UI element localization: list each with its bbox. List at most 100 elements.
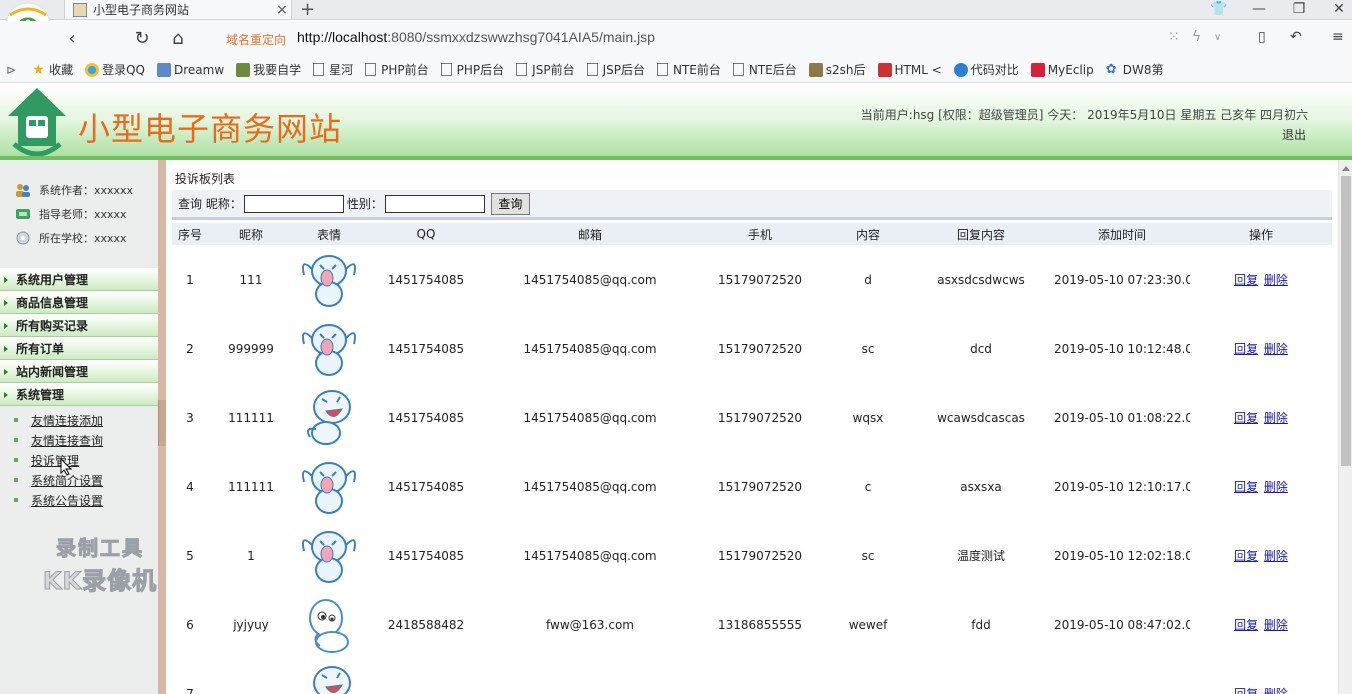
scroll-up-icon[interactable] [1342, 166, 1350, 171]
close-window-icon[interactable]: ✕ [1320, 0, 1352, 20]
system-author-label: 系统作者：xxxxxx [39, 184, 134, 197]
blue-cartoon-icon [302, 254, 356, 307]
system-notice-link[interactable]: 系统公告设置 [31, 492, 103, 509]
sidebar-toggle-icon[interactable]: ⊳ [6, 63, 16, 77]
chevron-down-icon[interactable]: ∨ [1214, 32, 1221, 43]
bullet-icon [14, 478, 18, 482]
browser-tab[interactable]: 小型电子商务网站 × [64, 0, 292, 20]
table-row: 3 111111 1451754085 1451754085@qq.com 151790… [172, 383, 1332, 452]
column-header: 邮箱 [488, 223, 692, 245]
menu-icon[interactable]: ≡ [1332, 29, 1344, 45]
reply-link[interactable]: 回复 [1234, 480, 1258, 494]
bookmark-item[interactable]: PHP后台 [440, 61, 504, 78]
new-tab-icon[interactable]: + [300, 0, 315, 20]
reply-link[interactable]: 回复 [1234, 618, 1258, 632]
gender-input[interactable] [384, 194, 485, 213]
logout-link[interactable]: 退出 [1282, 126, 1306, 143]
search-button[interactable]: 查询 [490, 192, 530, 215]
emoji-cell [294, 314, 364, 383]
delete-link[interactable]: 删除 [1264, 618, 1288, 632]
address-bar[interactable]: http://localhost:8080/ssmxxdzswwzhsg7041… [297, 29, 655, 45]
email-cell: fww@163.com [546, 617, 634, 632]
bookmark-item[interactable]: 代码对比 [953, 61, 1019, 78]
delete-link[interactable]: 删除 [1264, 687, 1288, 694]
bookmark-item[interactable]: JSP前台 [516, 61, 575, 78]
minimize-icon[interactable]: — [1240, 0, 1278, 20]
content-cell: wewef [848, 617, 888, 632]
qq-cell: 1451754085 [387, 341, 465, 356]
reply-link[interactable]: 回复 [1234, 411, 1258, 425]
sidebar-item-complaint-management: 投诉管理 [0, 450, 158, 470]
delete-link[interactable]: 删除 [1264, 342, 1288, 356]
bookmark-item[interactable]: Dreamw [156, 62, 224, 77]
sidebar-group-system-management[interactable]: 系统管理 [0, 383, 158, 406]
sidebar-group-user-management[interactable]: 系统用户管理 [0, 268, 158, 291]
bolt-icon[interactable]: ϟ [1192, 29, 1201, 45]
email-cell: 1451754085@qq.com [523, 410, 657, 425]
redirect-label[interactable]: 域名重定向 [226, 31, 286, 48]
bookmark-item[interactable]: ✿ DW8第 [1106, 61, 1164, 78]
delete-link[interactable]: 删除 [1264, 480, 1288, 494]
mouse-cursor-icon [60, 458, 72, 476]
emoji-cell [294, 383, 364, 452]
bookmark-item[interactable]: JSP后台 [586, 61, 645, 78]
splitter-grip[interactable] [158, 400, 166, 446]
undo-icon[interactable]: ↶ [1290, 29, 1302, 45]
page-favicon-icon [73, 2, 87, 17]
sidebar-splitter[interactable] [158, 160, 166, 694]
sidebar-group-product-management[interactable]: 商品信息管理 [0, 291, 158, 314]
reply-link[interactable]: 回复 [1234, 687, 1258, 694]
close-tab-icon[interactable]: × [273, 2, 291, 18]
reply-link[interactable]: 回复 [1234, 549, 1258, 563]
shirt-skin-icon[interactable]: 👕 [1200, 0, 1238, 20]
delete-link[interactable]: 删除 [1264, 411, 1288, 425]
nickname-label: 查询 昵称： [178, 197, 242, 211]
phone-cell: 15179072520 [718, 479, 802, 494]
sidebar-group-news-management[interactable]: 站内新闻管理 [0, 360, 158, 383]
vertical-scrollbar[interactable] [1338, 160, 1352, 694]
bookmark-item[interactable]: PHP前台 [365, 61, 429, 78]
bookmark-item[interactable]: 星河 [313, 61, 353, 78]
bookmark-item[interactable]: s2sh后 [808, 61, 866, 78]
actions-cell: 回复 删除 [1190, 659, 1332, 694]
html-icon [877, 62, 892, 77]
friend-link-query-link[interactable]: 友情连接查询 [31, 432, 103, 449]
nickname-input[interactable] [243, 194, 344, 213]
scrollbar-thumb[interactable] [1341, 176, 1351, 466]
bookmark-item[interactable]: HTML < [877, 62, 942, 77]
delete-link[interactable]: 删除 [1264, 273, 1288, 287]
bookmark-item[interactable]: NTE前台 [656, 61, 721, 78]
home-icon[interactable]: ⌂ [164, 27, 192, 51]
bookmark-item[interactable]: MyEclip [1030, 62, 1094, 77]
image-icon [808, 62, 823, 77]
back-icon[interactable]: ‹ [58, 27, 86, 51]
bookmark-item[interactable]: 我要自学 [236, 61, 301, 78]
advisor-label: 指导老师：xxxxx [39, 208, 127, 221]
row-number: 6 [186, 617, 194, 632]
qq-cell: 1451754085 [387, 548, 465, 563]
refresh-icon[interactable]: ↻ [128, 27, 156, 51]
document-icon [365, 63, 377, 76]
friend-link-add-link[interactable]: 友情连接添加 [31, 412, 103, 429]
qq-cell: 2418588482 [387, 617, 465, 632]
restore-icon[interactable]: ❐ [1280, 0, 1318, 20]
bookmark-item[interactable]: NTE后台 [732, 61, 797, 78]
column-header: QQ [364, 223, 488, 245]
grid-icon[interactable]: ⁙ [1168, 29, 1180, 45]
phone-cell [692, 659, 828, 694]
time-cell: 2019-05-10 10:12:48.0 [1054, 341, 1190, 356]
reply-link[interactable]: 回复 [1234, 273, 1258, 287]
watermark-line2: KK录像机 [42, 567, 158, 596]
myeclipse-icon [1030, 62, 1045, 77]
bookmark-icon[interactable]: ▯ [1258, 29, 1266, 45]
bookmark-item[interactable]: 登录QQ [85, 61, 145, 78]
table-row: 2 999999 1451754085 1451754085@qq.com 151790… [172, 314, 1332, 383]
bookmark-item[interactable]: ★ 收藏 [32, 61, 73, 78]
table-row: 7 回复 删除 [172, 659, 1332, 694]
reply-link[interactable]: 回复 [1234, 342, 1258, 356]
delete-link[interactable]: 删除 [1264, 549, 1288, 563]
site-header: 小型电子商务网站 当前用户:hsg [权限：超级管理员] 今天： 2019年5月… [0, 84, 1352, 160]
sidebar-group-orders[interactable]: 所有订单 [0, 337, 158, 360]
sidebar-group-purchase-records[interactable]: 所有购买记录 [0, 314, 158, 337]
column-header: 操作 [1190, 223, 1332, 245]
